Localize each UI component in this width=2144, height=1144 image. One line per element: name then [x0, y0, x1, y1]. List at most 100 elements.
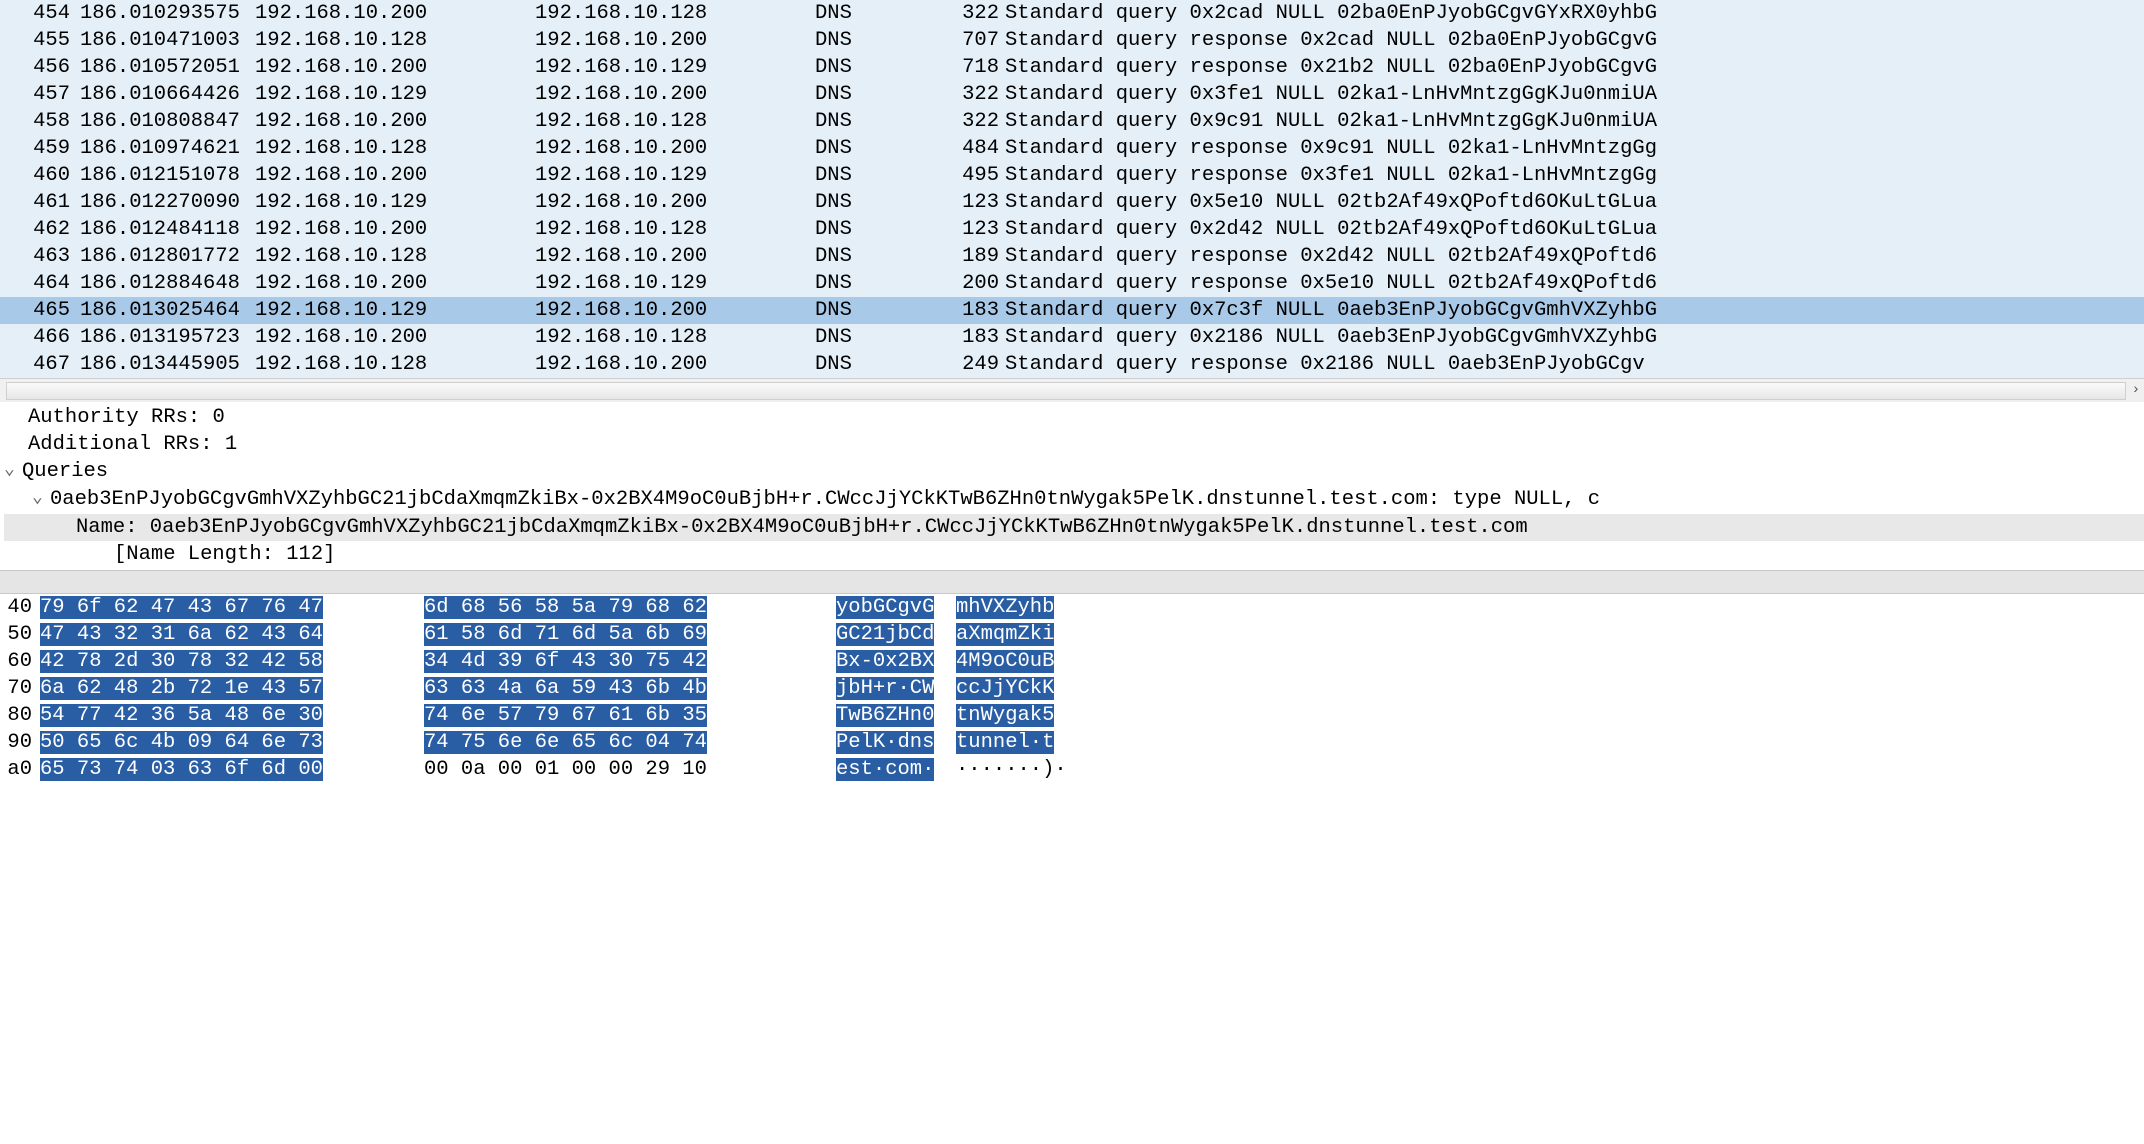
pane-separator[interactable]	[0, 570, 2144, 594]
packet-row[interactable]: 464186.012884648192.168.10.200192.168.10…	[0, 270, 2144, 297]
packet-destination: 192.168.10.128	[535, 216, 815, 243]
hex-bytes-right: 61 58 6d 71 6d 5a 6b 69	[424, 621, 836, 648]
packet-no: 465	[10, 297, 80, 324]
packet-protocol: DNS	[815, 27, 935, 54]
packet-destination: 192.168.10.200	[535, 81, 815, 108]
packet-time: 186.012270090	[80, 189, 255, 216]
hex-ascii-left: yobGCgvG	[836, 594, 956, 621]
packet-no: 466	[10, 324, 80, 351]
packet-info: Standard query response 0x2186 NULL 0aeb…	[1005, 351, 2144, 378]
packet-row[interactable]: 457186.010664426192.168.10.129192.168.10…	[0, 81, 2144, 108]
packet-row[interactable]: 454186.010293575192.168.10.200192.168.10…	[0, 0, 2144, 27]
hex-ascii-left: GC21jbCd	[836, 621, 956, 648]
packet-row[interactable]: 461186.012270090192.168.10.129192.168.10…	[0, 189, 2144, 216]
packet-time: 186.013445905	[80, 351, 255, 378]
hex-row[interactable]: a065 73 74 03 63 6f 6d 0000 0a 00 01 00 …	[0, 756, 2144, 783]
hex-offset: 60	[0, 648, 40, 675]
packet-no: 463	[10, 243, 80, 270]
packet-destination: 192.168.10.200	[535, 189, 815, 216]
hex-offset: a0	[0, 756, 40, 783]
hex-ascii-left: Bx-0x2BX	[836, 648, 956, 675]
hex-ascii-right: 4M9oC0uB	[956, 648, 1096, 675]
packet-info: Standard query response 0x3fe1 NULL 02ka…	[1005, 162, 2144, 189]
packet-length: 707	[935, 27, 1005, 54]
detail-authority-rrs[interactable]: Authority RRs: 0	[4, 404, 2144, 431]
packet-source: 192.168.10.200	[255, 108, 535, 135]
packet-info: Standard query response 0x21b2 NULL 02ba…	[1005, 54, 2144, 81]
hex-ascii-right: ·······)·	[956, 756, 1096, 783]
packet-info: Standard query 0x2186 NULL 0aeb3EnPJyobG…	[1005, 324, 2144, 351]
packet-source: 192.168.10.200	[255, 162, 535, 189]
packet-protocol: DNS	[815, 81, 935, 108]
hscroll-track[interactable]	[6, 382, 2126, 400]
packet-destination: 192.168.10.200	[535, 351, 815, 378]
packet-time: 186.012884648	[80, 270, 255, 297]
packet-destination: 192.168.10.200	[535, 27, 815, 54]
hex-bytes-left: 65 73 74 03 63 6f 6d 00	[40, 756, 424, 783]
detail-query-name[interactable]: Name: 0aeb3EnPJyobGCgvGmhVXZyhbGC21jbCda…	[4, 514, 2144, 541]
detail-name-length[interactable]: [Name Length: 112]	[4, 541, 2144, 568]
packet-no: 467	[10, 351, 80, 378]
packet-no: 457	[10, 81, 80, 108]
packet-row[interactable]: 467186.013445905192.168.10.128192.168.10…	[0, 351, 2144, 378]
packet-destination: 192.168.10.128	[535, 324, 815, 351]
hex-row[interactable]: 8054 77 42 36 5a 48 6e 3074 6e 57 79 67 …	[0, 702, 2144, 729]
packet-time: 186.010808847	[80, 108, 255, 135]
packet-row[interactable]: 465186.013025464192.168.10.129192.168.10…	[0, 297, 2144, 324]
packet-protocol: DNS	[815, 108, 935, 135]
packet-destination: 192.168.10.129	[535, 162, 815, 189]
hex-bytes-right: 74 75 6e 6e 65 6c 04 74	[424, 729, 836, 756]
hex-row[interactable]: 9050 65 6c 4b 09 64 6e 7374 75 6e 6e 65 …	[0, 729, 2144, 756]
packet-destination: 192.168.10.200	[535, 297, 815, 324]
hex-ascii-left: TwB6ZHn0	[836, 702, 956, 729]
packet-row[interactable]: 463186.012801772192.168.10.128192.168.10…	[0, 243, 2144, 270]
packet-length: 484	[935, 135, 1005, 162]
packet-info: Standard query response 0x2cad NULL 02ba…	[1005, 27, 2144, 54]
packet-length: 718	[935, 54, 1005, 81]
hex-offset: 90	[0, 729, 40, 756]
packet-length: 183	[935, 297, 1005, 324]
hex-ascii-right: aXmqmZki	[956, 621, 1096, 648]
hex-offset: 40	[0, 594, 40, 621]
packet-info: Standard query 0x9c91 NULL 02ka1-LnHvMnt…	[1005, 108, 2144, 135]
hex-dump[interactable]: 4079 6f 62 47 43 67 76 476d 68 56 58 5a …	[0, 594, 2144, 783]
packet-length: 249	[935, 351, 1005, 378]
packet-protocol: DNS	[815, 0, 935, 27]
packet-source: 192.168.10.128	[255, 135, 535, 162]
packet-time: 186.010293575	[80, 0, 255, 27]
packet-row[interactable]: 459186.010974621192.168.10.128192.168.10…	[0, 135, 2144, 162]
packet-row[interactable]: 462186.012484118192.168.10.200192.168.10…	[0, 216, 2144, 243]
packet-time: 186.013195723	[80, 324, 255, 351]
hex-row[interactable]: 706a 62 48 2b 72 1e 43 5763 63 4a 6a 59 …	[0, 675, 2144, 702]
detail-query-entry[interactable]: 0aeb3EnPJyobGCgvGmhVXZyhbGC21jbCdaXmqmZk…	[4, 486, 2144, 514]
packet-row[interactable]: 460186.012151078192.168.10.200192.168.10…	[0, 162, 2144, 189]
hscroll-right-arrow[interactable]: ›	[2132, 377, 2140, 404]
detail-additional-rrs[interactable]: Additional RRs: 1	[4, 431, 2144, 458]
packet-row[interactable]: 455186.010471003192.168.10.128192.168.10…	[0, 27, 2144, 54]
packet-time: 186.010471003	[80, 27, 255, 54]
packet-time: 186.013025464	[80, 297, 255, 324]
packet-time: 186.010974621	[80, 135, 255, 162]
detail-queries-node[interactable]: Queries	[4, 458, 2144, 486]
packet-protocol: DNS	[815, 324, 935, 351]
packet-row[interactable]: 458186.010808847192.168.10.200192.168.10…	[0, 108, 2144, 135]
packet-details[interactable]: Authority RRs: 0 Additional RRs: 1 Queri…	[0, 402, 2144, 570]
packet-row[interactable]: 456186.010572051192.168.10.200192.168.10…	[0, 54, 2144, 81]
packet-time: 186.012151078	[80, 162, 255, 189]
hex-row[interactable]: 5047 43 32 31 6a 62 43 6461 58 6d 71 6d …	[0, 621, 2144, 648]
packet-length: 322	[935, 108, 1005, 135]
packet-list[interactable]: 454186.010293575192.168.10.200192.168.10…	[0, 0, 2144, 378]
packet-destination: 192.168.10.128	[535, 0, 815, 27]
packet-no: 462	[10, 216, 80, 243]
hex-bytes-left: 42 78 2d 30 78 32 42 58	[40, 648, 424, 675]
hex-bytes-right: 6d 68 56 58 5a 79 68 62	[424, 594, 836, 621]
packet-source: 192.168.10.128	[255, 27, 535, 54]
hex-row[interactable]: 6042 78 2d 30 78 32 42 5834 4d 39 6f 43 …	[0, 648, 2144, 675]
packet-no: 461	[10, 189, 80, 216]
hex-bytes-left: 47 43 32 31 6a 62 43 64	[40, 621, 424, 648]
packet-protocol: DNS	[815, 189, 935, 216]
packet-list-hscroll[interactable]: ›	[0, 378, 2144, 402]
packet-time: 186.010572051	[80, 54, 255, 81]
packet-row[interactable]: 466186.013195723192.168.10.200192.168.10…	[0, 324, 2144, 351]
hex-row[interactable]: 4079 6f 62 47 43 67 76 476d 68 56 58 5a …	[0, 594, 2144, 621]
